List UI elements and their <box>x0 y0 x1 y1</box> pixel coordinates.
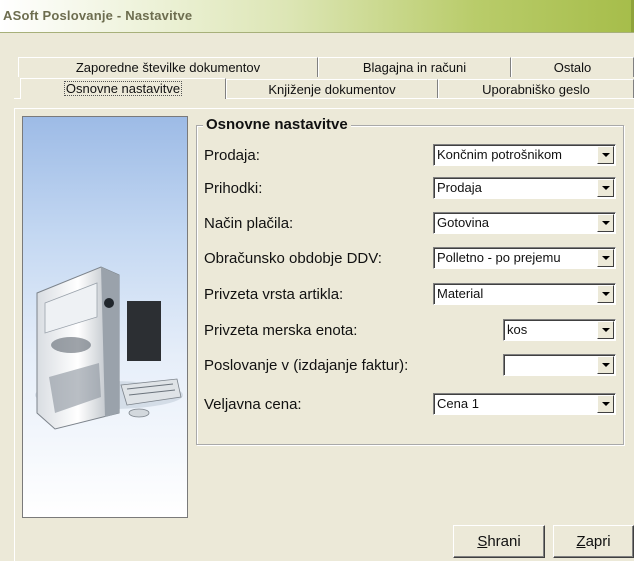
chevron-down-icon <box>602 363 610 367</box>
chevron-down-icon <box>602 153 610 157</box>
tab-baseline <box>14 98 20 99</box>
tab-label: Knjiženje dokumentov <box>268 82 396 97</box>
save-button-mnemonic: S <box>477 533 488 550</box>
tab-label: Osnovne nastavitve <box>63 81 183 96</box>
chevron-down-icon <box>602 256 610 260</box>
chevron-down-icon <box>602 186 610 190</box>
dropdown-button[interactable] <box>597 285 614 303</box>
tab-zaporedne-stevilke[interactable]: Zaporedne številke dokumentov <box>18 57 318 77</box>
tab-label: Blagajna in računi <box>362 60 467 75</box>
combo-merska-enota[interactable]: kos <box>503 319 616 341</box>
combo-poslovanje[interactable] <box>503 354 616 376</box>
chevron-down-icon <box>602 402 610 406</box>
field-label-prihodki: Prihodki: <box>204 180 263 197</box>
combo-prihodki[interactable]: Prodaja <box>433 177 616 199</box>
combo-value: Material <box>437 286 484 301</box>
tab-label: Zaporedne številke dokumentov <box>75 60 261 75</box>
desktop-computer-icon <box>35 266 183 430</box>
field-label-nacin-placila: Način plačila: <box>204 215 294 232</box>
combo-value: Polletno - po prejemu <box>437 250 561 265</box>
combo-value: Končnim potrošnikom <box>437 147 562 162</box>
combo-nacin-placila[interactable]: Gotovina <box>433 212 616 234</box>
field-label-obracunsko-obdobje: Obračunsko obdobje DDV: <box>204 250 382 267</box>
close-button-label: apri <box>585 533 611 550</box>
combo-value: Gotovina <box>437 215 490 230</box>
combo-value: Cena 1 <box>437 396 479 411</box>
tab-knjizenje-dokumentov[interactable]: Knjiženje dokumentov <box>226 79 438 99</box>
tab-baseline <box>226 98 634 99</box>
close-button[interactable]: Zapri <box>553 525 634 558</box>
tab-osnovne-nastavitve[interactable]: Osnovne nastavitve <box>20 78 226 99</box>
tab-blagajna-in-racuni[interactable]: Blagajna in računi <box>318 57 511 77</box>
combo-vrsta-artikla[interactable]: Material <box>433 283 616 305</box>
tab-ostalo[interactable]: Ostalo <box>511 57 634 77</box>
dropdown-button[interactable] <box>597 179 614 197</box>
field-label-vrsta-artikla: Privzeta vrsta artikla: <box>204 286 344 303</box>
combo-veljavna-cena[interactable]: Cena 1 <box>433 393 616 415</box>
combo-prodaja[interactable]: Končnim potrošnikom <box>433 144 616 166</box>
tab-label: Uporabniško geslo <box>482 82 590 97</box>
dropdown-button[interactable] <box>597 321 614 339</box>
window-title: ASoft Poslovanje - Nastavitve <box>3 8 193 23</box>
chevron-down-icon <box>602 221 610 225</box>
settings-window: ASoft Poslovanje - Nastavitve Zaporedne … <box>0 0 634 561</box>
group-title: Osnovne nastavitve <box>203 116 351 133</box>
save-button[interactable]: Shrani <box>453 525 545 558</box>
combo-value: Prodaja <box>437 180 482 195</box>
dropdown-button[interactable] <box>597 395 614 413</box>
dropdown-button[interactable] <box>597 146 614 164</box>
chevron-down-icon <box>602 292 610 296</box>
close-button-mnemonic: Z <box>576 533 586 550</box>
title-bar[interactable]: ASoft Poslovanje - Nastavitve <box>0 0 634 33</box>
field-label-prodaja: Prodaja: <box>204 147 260 164</box>
chevron-down-icon <box>602 328 610 332</box>
combo-obracunsko-obdobje[interactable]: Polletno - po prejemu <box>433 247 616 269</box>
side-image <box>22 116 188 518</box>
save-button-label: hrani <box>487 533 521 550</box>
tab-uporabnisko-geslo[interactable]: Uporabniško geslo <box>438 79 634 99</box>
dropdown-button[interactable] <box>597 356 614 374</box>
field-label-merska-enota: Privzeta merska enota: <box>204 322 358 339</box>
dropdown-button[interactable] <box>597 214 614 232</box>
field-label-veljavna-cena: Veljavna cena: <box>204 396 302 413</box>
dropdown-button[interactable] <box>597 249 614 267</box>
tab-label: Ostalo <box>553 60 592 75</box>
field-label-poslovanje: Poslovanje v (izdajanje faktur): <box>204 357 409 374</box>
combo-value: kos <box>507 322 528 337</box>
